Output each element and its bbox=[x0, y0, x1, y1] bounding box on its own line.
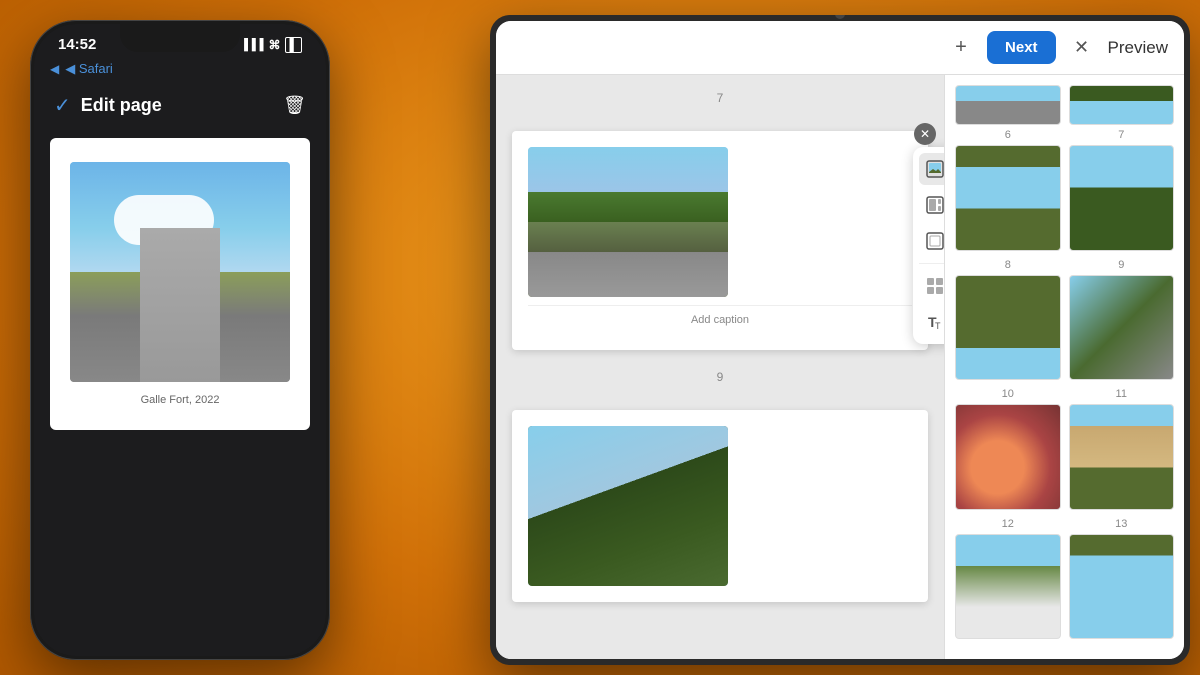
sidebar-group-12: 12 bbox=[955, 518, 1061, 640]
sidebar-row-10-11: 10 11 bbox=[955, 388, 1174, 510]
sidebar-page-num-10: 10 bbox=[1002, 388, 1014, 400]
page-number-label-7: 7 bbox=[512, 91, 928, 105]
add-page-button[interactable]: + bbox=[945, 32, 977, 64]
sidebar-group-9: 9 bbox=[1069, 259, 1175, 381]
layout-tool-button[interactable] bbox=[919, 189, 944, 221]
phone-edit-page: Galle Fort, 2022 bbox=[50, 138, 310, 430]
checkmark-button[interactable]: ✓ bbox=[54, 93, 71, 118]
next-button[interactable]: Next bbox=[987, 31, 1056, 64]
sidebar-page-num-11: 11 bbox=[1116, 388, 1127, 400]
phone-notch bbox=[120, 24, 240, 52]
phone-header-left: ✓ Edit page bbox=[54, 93, 162, 118]
tablet-camera bbox=[835, 15, 845, 19]
sidebar-group-7: 7 bbox=[1069, 129, 1175, 251]
sidebar-thumb-11[interactable] bbox=[1069, 404, 1175, 510]
phone-device: 14:52 ▐▐▐ ⌘ ▌ ◀ ◀ Safari ✓ Edit page 🗑 bbox=[30, 20, 330, 660]
page7-photo bbox=[528, 147, 728, 297]
page-number-label-9: 9 bbox=[512, 370, 928, 384]
phone-photo bbox=[70, 162, 290, 382]
page-close-button[interactable]: ✕ bbox=[914, 123, 936, 145]
close-button[interactable]: ✕ bbox=[1066, 32, 1098, 64]
sidebar-thumb-7[interactable] bbox=[1069, 145, 1175, 251]
sidebar-page-num-13: 13 bbox=[1115, 518, 1127, 530]
editor-page-9[interactable] bbox=[512, 410, 928, 602]
page9-photo-inner bbox=[528, 426, 728, 586]
phone-photo-caption: Galle Fort, 2022 bbox=[141, 394, 220, 406]
back-button[interactable]: ◀ bbox=[50, 62, 59, 76]
safari-label: ◀ Safari bbox=[65, 61, 113, 77]
sidebar-group-8: 8 bbox=[955, 259, 1061, 381]
phone-nav-bar: ◀ ◀ Safari bbox=[34, 57, 326, 85]
svg-text:T: T bbox=[935, 321, 941, 331]
photo-road bbox=[140, 228, 220, 382]
sidebar-thumb-9[interactable] bbox=[1069, 275, 1175, 381]
sidebar-top-partial bbox=[955, 85, 1174, 125]
battery-icon: ▌ bbox=[285, 37, 302, 53]
editor-page-7[interactable]: ✕ bbox=[512, 131, 928, 350]
tablet-toolbar: + Next ✕ Preview bbox=[496, 21, 1184, 75]
page7-caption-field[interactable]: Add caption bbox=[528, 305, 912, 334]
sidebar-thumb-8[interactable] bbox=[955, 275, 1061, 381]
sidebar-group-6: 6 bbox=[955, 129, 1061, 251]
sidebar-thumb-partial-right[interactable] bbox=[1069, 85, 1175, 125]
wifi-icon: ⌘ bbox=[268, 38, 280, 52]
grid-layout-button[interactable] bbox=[919, 270, 944, 302]
tablet-sidebar[interactable]: 6 7 8 9 bbox=[944, 75, 1184, 659]
sidebar-row-6-7: 6 7 bbox=[955, 129, 1174, 251]
sidebar-thumb-partial-left[interactable] bbox=[955, 85, 1061, 125]
delete-button[interactable]: 🗑 bbox=[283, 95, 306, 116]
text-tool-button[interactable]: T T bbox=[919, 306, 944, 338]
sidebar-page-num-6: 6 bbox=[1005, 129, 1011, 141]
photo-tool-button[interactable] bbox=[919, 153, 944, 185]
tablet-editor[interactable]: 7 ✕ bbox=[496, 75, 944, 659]
edit-tools-panel: T T bbox=[913, 147, 944, 344]
sidebar-thumb-13[interactable] bbox=[1069, 534, 1175, 640]
sidebar-page-num-7: 7 bbox=[1118, 129, 1124, 141]
page7-content: T T bbox=[528, 147, 912, 297]
sidebar-page-num-8: 8 bbox=[1005, 259, 1011, 271]
tablet-screen: + Next ✕ Preview 7 ✕ bbox=[496, 21, 1184, 659]
signal-icon: ▐▐▐ bbox=[240, 39, 263, 51]
phone-time: 14:52 bbox=[58, 36, 96, 53]
preview-label: Preview bbox=[1108, 38, 1168, 58]
phone-screen: 14:52 ▐▐▐ ⌘ ▌ ◀ ◀ Safari ✓ Edit page 🗑 bbox=[34, 24, 326, 656]
sidebar-page-num-9: 9 bbox=[1118, 259, 1124, 271]
crop-tool-button[interactable] bbox=[919, 225, 944, 257]
sidebar-thumb-12[interactable] bbox=[955, 534, 1061, 640]
phone-app-header: ✓ Edit page 🗑 bbox=[34, 85, 326, 130]
sidebar-thumb-6[interactable] bbox=[955, 145, 1061, 251]
tablet-main-area: 7 ✕ bbox=[496, 75, 1184, 659]
phone-page-title: Edit page bbox=[81, 95, 162, 116]
page9-photo bbox=[528, 426, 728, 586]
sidebar-row-12-13: 12 13 bbox=[955, 518, 1174, 640]
sidebar-row-8-9: 8 9 bbox=[955, 259, 1174, 381]
page7-photo-inner bbox=[528, 147, 728, 297]
sidebar-group-11: 11 bbox=[1069, 388, 1175, 510]
tablet-device: + Next ✕ Preview 7 ✕ bbox=[490, 15, 1190, 665]
sidebar-page-num-12: 12 bbox=[1002, 518, 1014, 530]
sidebar-group-10: 10 bbox=[955, 388, 1061, 510]
phone-status-icons: ▐▐▐ ⌘ ▌ bbox=[240, 37, 302, 53]
phone-inner: 14:52 ▐▐▐ ⌘ ▌ ◀ ◀ Safari ✓ Edit page 🗑 bbox=[34, 24, 326, 656]
sidebar-group-13: 13 bbox=[1069, 518, 1175, 640]
sidebar-thumb-10[interactable] bbox=[955, 404, 1061, 510]
